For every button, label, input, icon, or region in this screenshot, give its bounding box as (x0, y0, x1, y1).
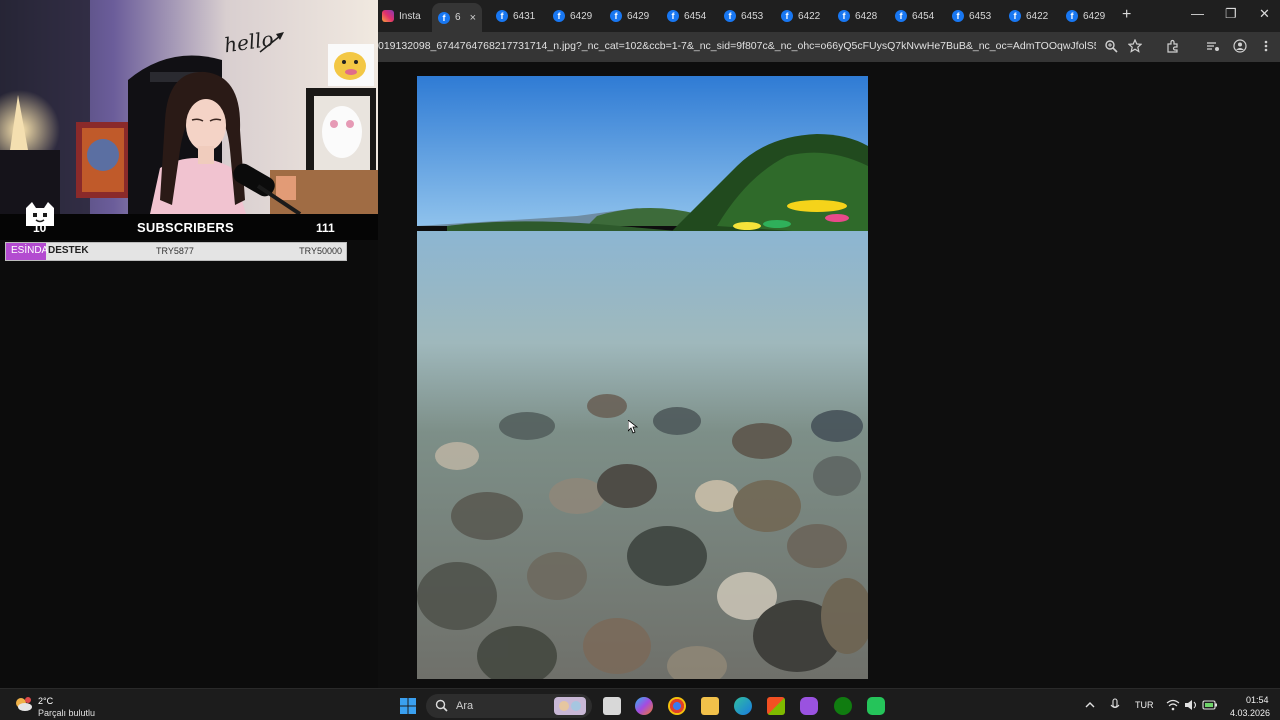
windows-start-icon[interactable] (399, 697, 417, 715)
clock-time[interactable]: 01:54 (1246, 695, 1269, 705)
donation-goal-bar: ESİNDA DESTEK TRY5877 TRY50000 (5, 242, 347, 261)
microphone-icon[interactable] (1109, 698, 1121, 712)
facebook-icon: f (667, 10, 679, 22)
facebook-icon: f (496, 10, 508, 22)
subscriber-title: SUBSCRIBERS (137, 220, 234, 235)
tab-facebook[interactable]: f 6429 (610, 4, 649, 28)
tab-label: 6454 (684, 10, 707, 22)
tab-facebook[interactable]: f 6431 (496, 4, 535, 28)
tab-label: 6422 (1026, 10, 1049, 22)
chrome-icon[interactable] (668, 697, 686, 715)
clock-date[interactable]: 4.03.2026 (1230, 708, 1270, 718)
zoom-icon[interactable] (1104, 39, 1118, 53)
subscriber-count-right: 111 (316, 221, 335, 235)
facebook-icon: f (1009, 10, 1021, 22)
tab-facebook[interactable]: f 6428 (838, 4, 877, 28)
tab-label: 6429 (627, 10, 650, 22)
tab-label: 6429 (570, 10, 593, 22)
restore-button[interactable]: ❐ (1225, 6, 1237, 22)
tab-label: 6428 (855, 10, 878, 22)
tab-label: 6454 (912, 10, 935, 22)
xbox-icon[interactable] (834, 697, 852, 715)
menu-kebab-icon[interactable] (1262, 39, 1270, 53)
facebook-icon: f (1066, 10, 1078, 22)
tab-label: Insta (399, 10, 421, 22)
close-window-button[interactable]: ✕ (1259, 6, 1270, 22)
taskbar: 2°C Parçalı bulutlu Ara TUR 01:54 4.03.2… (0, 688, 1280, 720)
donation-goal-tag: ESİNDA (11, 245, 49, 256)
input-language[interactable]: TUR (1135, 700, 1154, 710)
tab-facebook[interactable]: f 6429 (553, 4, 592, 28)
streaming-app-icon[interactable] (867, 697, 885, 715)
weather-temperature: 2°C (38, 696, 54, 706)
taskbar-search[interactable]: Ara (426, 694, 592, 718)
tab-label: 6422 (798, 10, 821, 22)
webcam-feed: hello (0, 0, 378, 214)
tab-facebook[interactable]: f 6453 (952, 4, 991, 28)
donation-goal-target: TRY50000 (299, 246, 342, 256)
weather-description: Parçalı bulutlu (38, 708, 96, 718)
store-icon[interactable] (767, 697, 785, 715)
facebook-icon: f (895, 10, 907, 22)
facebook-icon: f (838, 10, 850, 22)
donation-goal-label: DESTEK (48, 245, 89, 256)
media-control-icon[interactable] (1206, 39, 1220, 53)
volume-icon[interactable] (1184, 699, 1198, 711)
copilot-icon[interactable] (635, 697, 653, 715)
tab-active[interactable]: f 6 × (432, 3, 482, 32)
weather-partly-cloudy-icon[interactable] (14, 697, 32, 711)
facebook-icon: f (438, 11, 450, 24)
search-placeholder: Ara (456, 700, 474, 712)
edge-icon[interactable] (734, 697, 752, 715)
tab-facebook[interactable]: f 6429 (1066, 4, 1105, 28)
facebook-icon: f (553, 10, 565, 22)
donation-goal-current: TRY5877 (156, 246, 194, 256)
app-icon[interactable] (800, 697, 818, 715)
tab-facebook[interactable]: f 6453 (724, 4, 763, 28)
search-highlight-icon (554, 697, 586, 715)
file-explorer-icon[interactable] (701, 697, 719, 715)
tab-label: 6453 (969, 10, 992, 22)
search-icon (435, 699, 448, 712)
facebook-icon: f (724, 10, 736, 22)
browser-tab-strip: Insta f 6 × f 6431 f 6429 f 6429 f 6454 f 645… (378, 0, 1280, 32)
tab-label: 6453 (741, 10, 764, 22)
facebook-icon: f (781, 10, 793, 22)
extensions-icon[interactable] (1166, 39, 1180, 53)
profile-icon[interactable] (1233, 39, 1247, 53)
tab-label: 6431 (513, 10, 536, 22)
tab-facebook[interactable]: f 6422 (1009, 4, 1048, 28)
battery-icon[interactable] (1202, 699, 1218, 711)
subscriber-count-left: 10 (33, 221, 47, 235)
beach-photo (417, 76, 868, 679)
minimize-button[interactable]: — (1191, 6, 1204, 21)
tab-facebook[interactable]: f 6422 (781, 4, 820, 28)
tab-facebook[interactable]: f 6454 (895, 4, 934, 28)
url-text[interactable]: 019132098_6744764768217731714_n.jpg?_nc_… (378, 40, 1096, 52)
instagram-icon (382, 10, 394, 22)
tab-close-icon[interactable]: × (470, 12, 476, 24)
facebook-icon: f (952, 10, 964, 22)
tab-facebook[interactable]: f 6454 (667, 4, 706, 28)
webcam-image (0, 0, 378, 214)
tab-instagram[interactable]: Insta (382, 4, 421, 28)
wifi-icon[interactable] (1166, 699, 1180, 711)
tab-label: 6429 (1083, 10, 1106, 22)
mouse-cursor-icon (628, 420, 638, 434)
address-bar[interactable]: 019132098_6744764768217731714_n.jpg?_nc_… (378, 32, 1280, 62)
facebook-icon: f (610, 10, 622, 22)
bookmark-star-icon[interactable] (1128, 39, 1142, 53)
task-view-icon[interactable] (603, 697, 621, 715)
chevron-up-icon[interactable] (1084, 699, 1096, 711)
new-tab-button[interactable]: + (1122, 6, 1131, 24)
tab-label: 6 (455, 12, 461, 23)
